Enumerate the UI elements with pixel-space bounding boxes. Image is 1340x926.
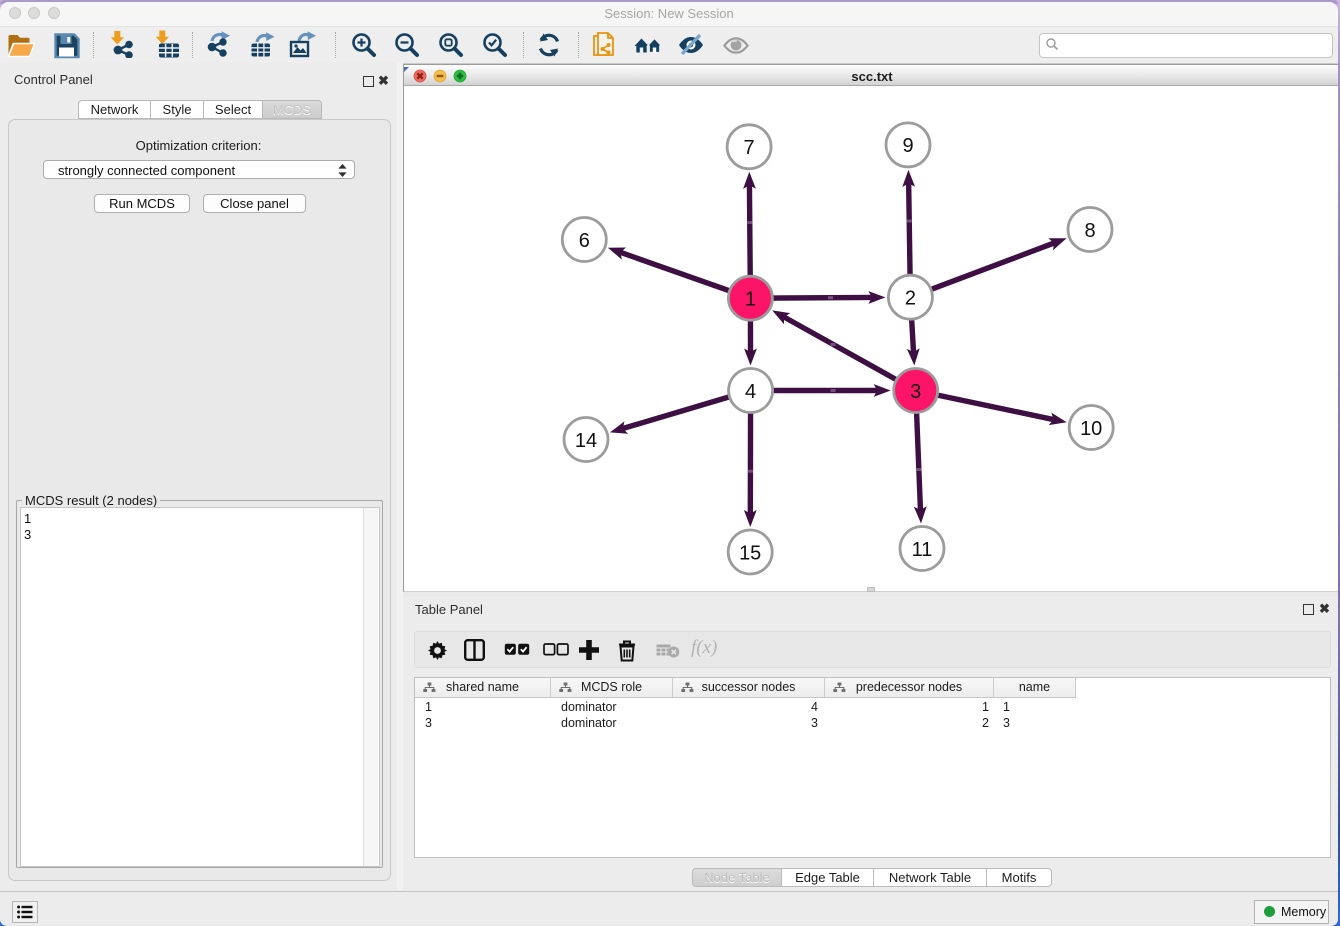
svg-text:15: 15 — [739, 543, 761, 565]
svg-text:14: 14 — [575, 430, 597, 452]
svg-text:11: 11 — [912, 539, 933, 561]
svg-text:10: 10 — [1080, 418, 1102, 440]
svg-text:1: 1 — [745, 289, 756, 311]
svg-text:9: 9 — [902, 135, 913, 157]
svg-text:4: 4 — [745, 381, 756, 403]
svg-text:3: 3 — [910, 381, 921, 403]
svg-text:2: 2 — [905, 288, 916, 310]
svg-text:8: 8 — [1084, 220, 1095, 242]
svg-text:6: 6 — [579, 230, 590, 252]
svg-text:7: 7 — [744, 137, 755, 159]
